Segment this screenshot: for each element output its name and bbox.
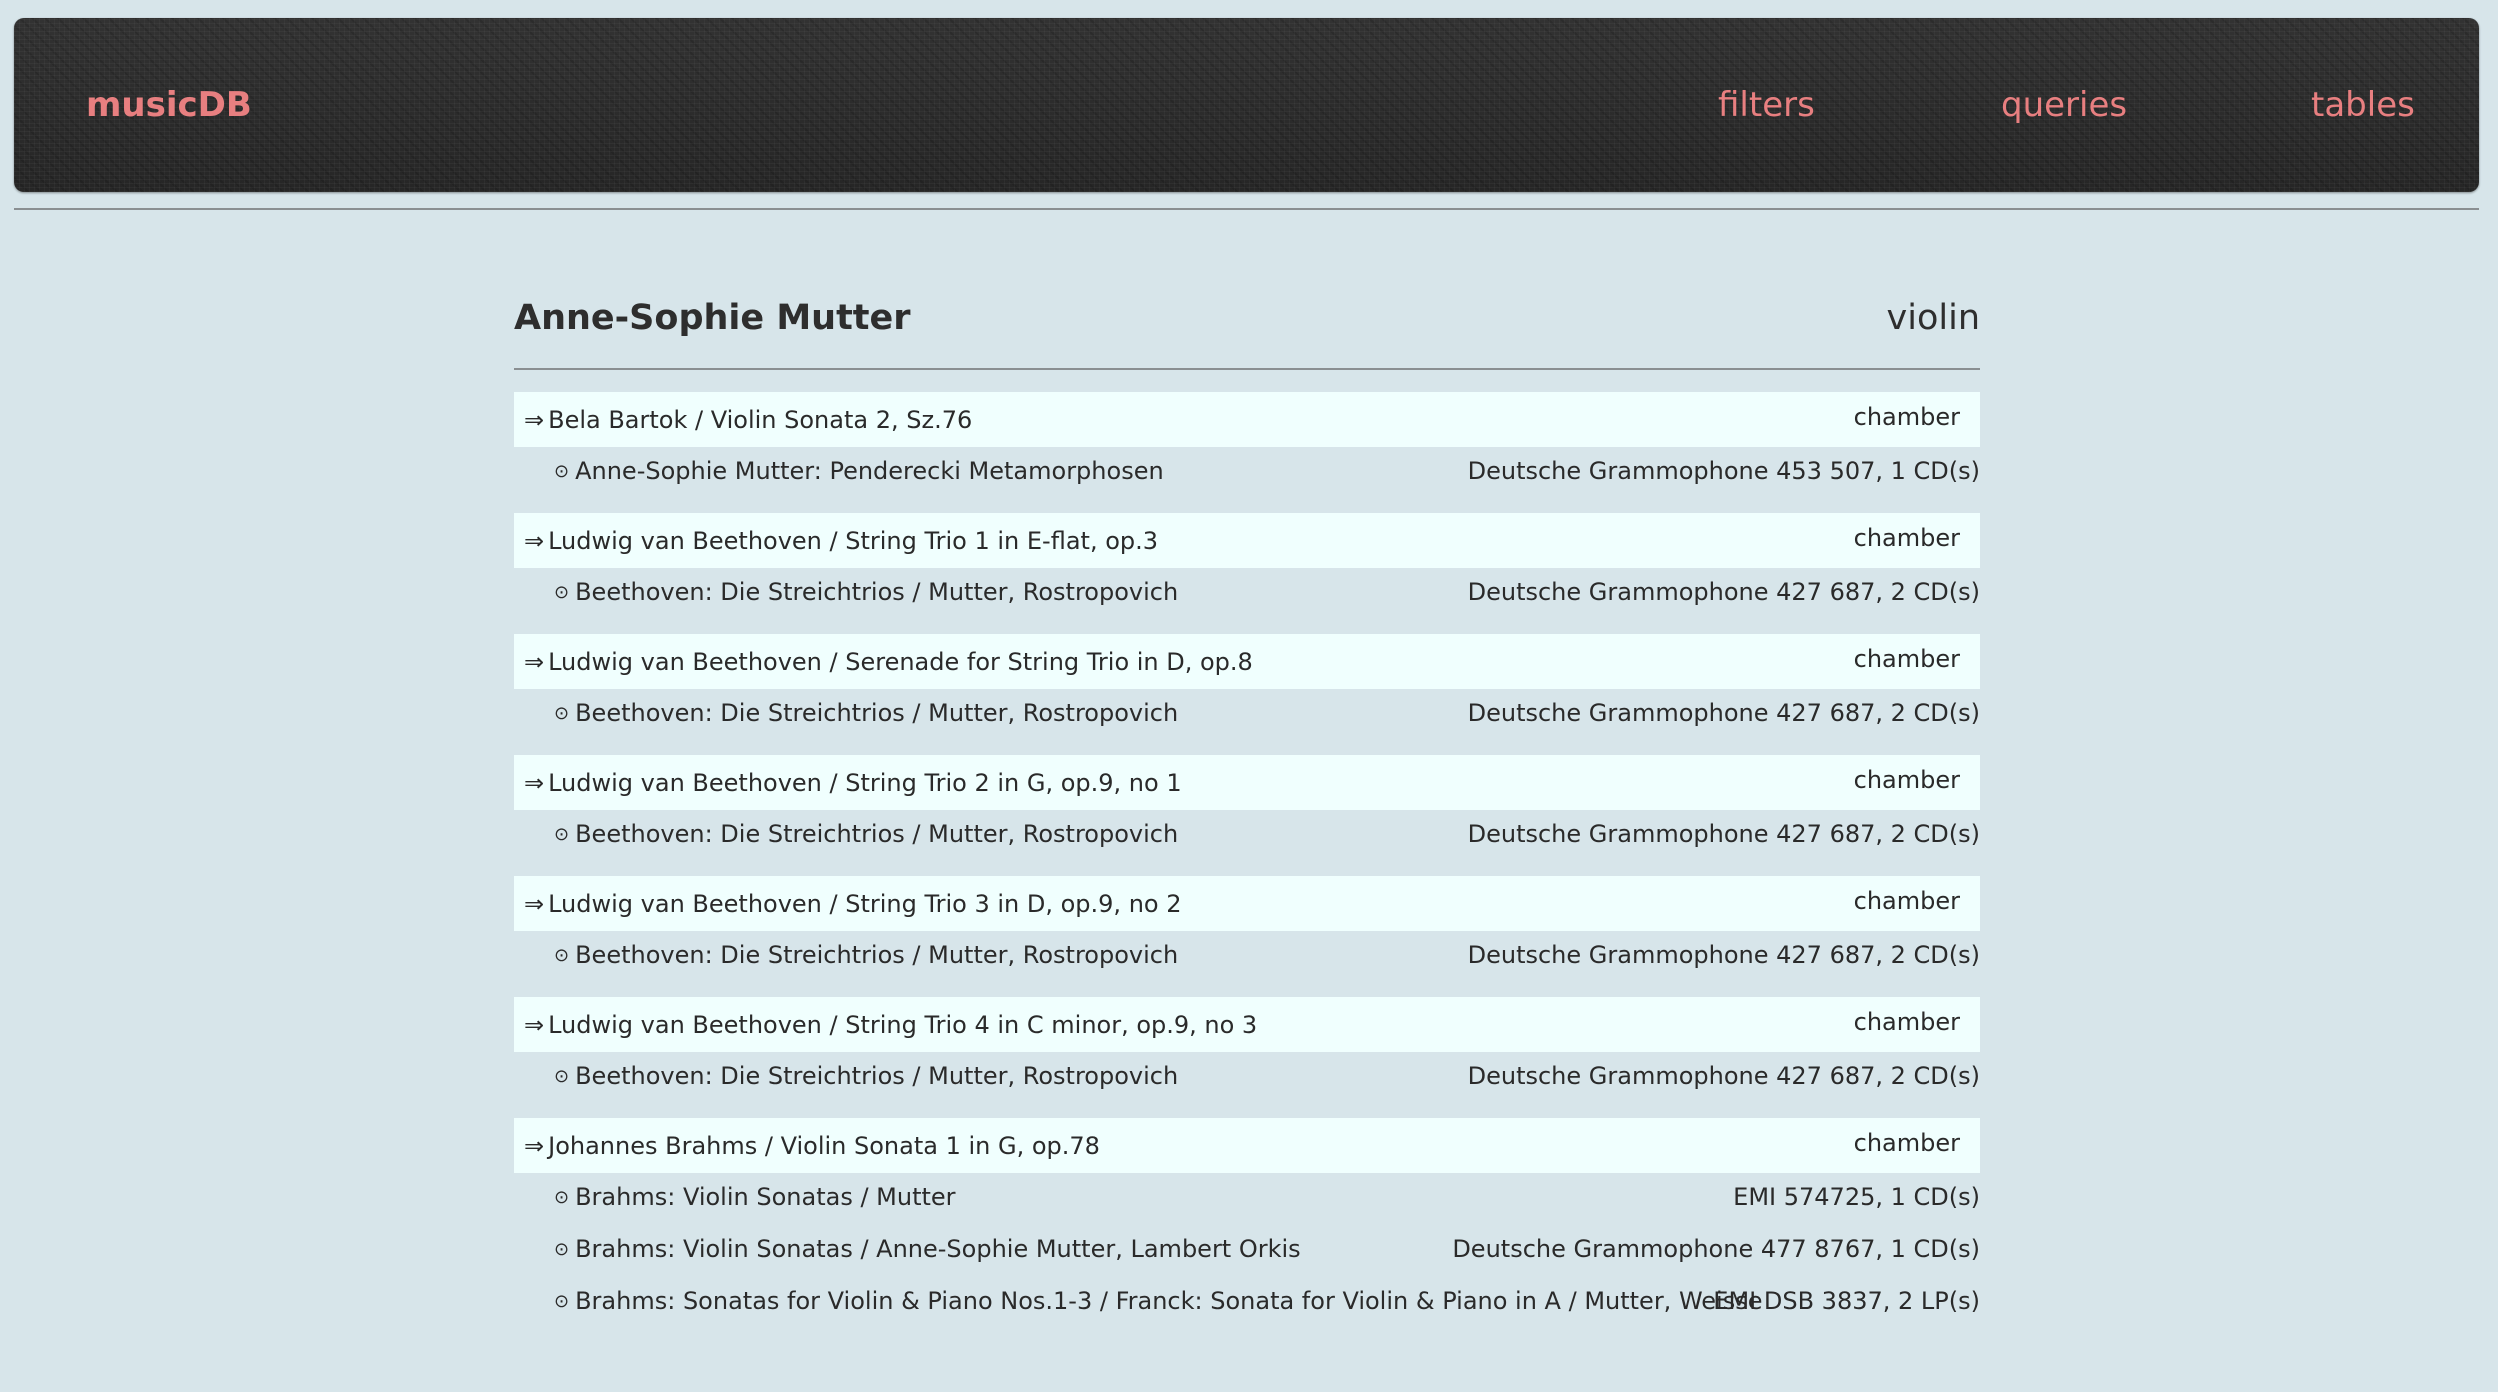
recording-title-text: Brahms: Violin Sonatas / Anne-Sophie Mut… — [575, 1235, 1301, 1263]
work-title: ⇒ Ludwig van Beethoven / String Trio 3 in… — [524, 890, 1181, 918]
recording-title: ⊙ Beethoven: Die Streichtrios / Mutter, R… — [554, 699, 1178, 727]
recording-row[interactable]: ⊙ Brahms: Violin Sonatas / Anne-Sophie Mu… — [514, 1225, 1980, 1277]
work-title-text: Bela Bartok / Violin Sonata 2, Sz.76 — [548, 406, 973, 434]
work-title-text: Ludwig van Beethoven / String Trio 1 in … — [548, 527, 1159, 555]
navbar-divider — [14, 208, 2479, 210]
circle-dot-icon: ⊙ — [554, 1187, 570, 1208]
nav-link-queries[interactable]: queries — [2001, 18, 2127, 192]
recording-title: ⊙ Brahms: Sonatas for Violin & Piano Nos.… — [554, 1287, 1762, 1315]
recording-row[interactable]: ⊙ Anne-Sophie Mutter: Penderecki Metamorp… — [514, 447, 1980, 499]
work-title-text: Ludwig van Beethoven / String Trio 2 in … — [548, 769, 1182, 797]
recording-row[interactable]: ⊙ Beethoven: Die Streichtrios / Mutter, R… — [514, 1052, 1980, 1104]
header-divider — [514, 368, 1980, 370]
circle-dot-icon: ⊙ — [554, 1239, 570, 1260]
work-title: ⇒ Johannes Brahms / Violin Sonata 1 in G,… — [524, 1132, 1100, 1160]
brand-logo-link[interactable]: musicDB — [86, 18, 252, 192]
recording-title-text: Beethoven: Die Streichtrios / Mutter, Ro… — [575, 941, 1179, 969]
circle-dot-icon: ⊙ — [554, 461, 570, 482]
work-genre: chamber — [1853, 1008, 1960, 1036]
recording-row[interactable]: ⊙ Beethoven: Die Streichtrios / Mutter, R… — [514, 810, 1980, 862]
work-group: ⇒ Ludwig van Beethoven / String Trio 2 in… — [514, 755, 1980, 862]
arrow-right-icon: ⇒ — [524, 890, 545, 918]
work-genre: chamber — [1853, 524, 1960, 552]
work-row[interactable]: ⇒ Ludwig van Beethoven / Serenade for Str… — [514, 634, 1980, 689]
work-genre: chamber — [1853, 887, 1960, 915]
recording-label: Deutsche Grammophone 427 687, 2 CD(s) — [1467, 941, 1980, 969]
recording-title-text: Brahms: Violin Sonatas / Mutter — [575, 1183, 956, 1211]
work-title-text: Ludwig van Beethoven / String Trio 4 in … — [548, 1011, 1258, 1039]
recording-row[interactable]: ⊙ Beethoven: Die Streichtrios / Mutter, R… — [514, 689, 1980, 741]
artist-detail: Anne-Sophie Mutter violin ⇒ Bela Bartok /… — [514, 290, 1980, 1343]
work-row[interactable]: ⇒ Ludwig van Beethoven / String Trio 3 in… — [514, 876, 1980, 931]
recording-title: ⊙ Beethoven: Die Streichtrios / Mutter, R… — [554, 578, 1178, 606]
recording-label: EMI 574725, 1 CD(s) — [1733, 1183, 1980, 1211]
recording-row[interactable]: ⊙ Beethoven: Die Streichtrios / Mutter, R… — [514, 568, 1980, 620]
arrow-right-icon: ⇒ — [524, 648, 545, 676]
work-genre: chamber — [1853, 645, 1960, 673]
top-navbar: musicDB filters queries tables — [14, 18, 2479, 192]
arrow-right-icon: ⇒ — [524, 406, 545, 434]
recording-title: ⊙ Beethoven: Die Streichtrios / Mutter, R… — [554, 941, 1178, 969]
work-row[interactable]: ⇒ Bela Bartok / Violin Sonata 2, Sz.76 cha… — [514, 392, 1980, 447]
recording-title: ⊙ Brahms: Violin Sonatas / Anne-Sophie Mu… — [554, 1235, 1301, 1263]
recording-title: ⊙ Brahms: Violin Sonatas / Mutter — [554, 1183, 956, 1211]
recording-title-text: Anne-Sophie Mutter: Penderecki Metamorph… — [575, 457, 1164, 485]
work-group: ⇒ Ludwig van Beethoven / String Trio 3 in… — [514, 876, 1980, 983]
recording-row[interactable]: ⊙ Brahms: Sonatas for Violin & Piano Nos.… — [514, 1277, 1980, 1329]
work-title: ⇒ Ludwig van Beethoven / String Trio 2 in… — [524, 769, 1182, 797]
nav-link-tables[interactable]: tables — [2311, 18, 2415, 192]
recording-label: Deutsche Grammophone 427 687, 2 CD(s) — [1467, 820, 1980, 848]
works-list: ⇒ Bela Bartok / Violin Sonata 2, Sz.76 cha… — [514, 392, 1980, 1329]
recording-title-text: Beethoven: Die Streichtrios / Mutter, Ro… — [575, 1062, 1179, 1090]
recording-row[interactable]: ⊙ Brahms: Violin Sonatas / Mutter EMI 5747… — [514, 1173, 1980, 1225]
work-group: ⇒ Bela Bartok / Violin Sonata 2, Sz.76 cha… — [514, 392, 1980, 499]
arrow-right-icon: ⇒ — [524, 1011, 545, 1039]
circle-dot-icon: ⊙ — [554, 703, 570, 724]
recording-title-text: Beethoven: Die Streichtrios / Mutter, Ro… — [575, 578, 1179, 606]
work-title: ⇒ Ludwig van Beethoven / Serenade for Str… — [524, 648, 1253, 676]
recording-label: Deutsche Grammophone 427 687, 2 CD(s) — [1467, 699, 1980, 727]
recording-row[interactable]: ⊙ Beethoven: Die Streichtrios / Mutter, R… — [514, 931, 1980, 983]
artist-instrument: violin — [1886, 298, 1980, 338]
work-title: ⇒ Ludwig van Beethoven / String Trio 1 in… — [524, 527, 1158, 555]
arrow-right-icon: ⇒ — [524, 769, 545, 797]
work-genre: chamber — [1853, 403, 1960, 431]
recording-title: ⊙ Anne-Sophie Mutter: Penderecki Metamorp… — [554, 457, 1164, 485]
work-title: ⇒ Ludwig van Beethoven / String Trio 4 in… — [524, 1011, 1257, 1039]
circle-dot-icon: ⊙ — [554, 582, 570, 603]
recording-title: ⊙ Beethoven: Die Streichtrios / Mutter, R… — [554, 820, 1178, 848]
work-title-text: Ludwig van Beethoven / Serenade for Stri… — [548, 648, 1253, 676]
work-title-text: Johannes Brahms / Violin Sonata 1 in G, … — [548, 1132, 1100, 1160]
circle-dot-icon: ⊙ — [554, 1291, 570, 1312]
nav-link-filters[interactable]: filters — [1718, 18, 1815, 192]
circle-dot-icon: ⊙ — [554, 945, 570, 966]
recording-title-text: Beethoven: Die Streichtrios / Mutter, Ro… — [575, 699, 1179, 727]
work-title-text: Ludwig van Beethoven / String Trio 3 in … — [548, 890, 1182, 918]
artist-header: Anne-Sophie Mutter violin — [514, 290, 1980, 368]
work-group: ⇒ Ludwig van Beethoven / String Trio 4 in… — [514, 997, 1980, 1104]
work-row[interactable]: ⇒ Ludwig van Beethoven / String Trio 1 in… — [514, 513, 1980, 568]
work-genre: chamber — [1853, 766, 1960, 794]
recording-title-text: Brahms: Sonatas for Violin & Piano Nos.1… — [575, 1287, 1763, 1315]
work-row[interactable]: ⇒ Johannes Brahms / Violin Sonata 1 in G,… — [514, 1118, 1980, 1173]
recording-label: EMI DSB 3837, 2 LP(s) — [1713, 1287, 1980, 1315]
work-row[interactable]: ⇒ Ludwig van Beethoven / String Trio 2 in… — [514, 755, 1980, 810]
recording-label: Deutsche Grammophone 427 687, 2 CD(s) — [1467, 1062, 1980, 1090]
work-row[interactable]: ⇒ Ludwig van Beethoven / String Trio 4 in… — [514, 997, 1980, 1052]
work-group: ⇒ Ludwig van Beethoven / Serenade for Str… — [514, 634, 1980, 741]
circle-dot-icon: ⊙ — [554, 1066, 570, 1087]
recording-label: Deutsche Grammophone 477 8767, 1 CD(s) — [1452, 1235, 1980, 1263]
work-group: ⇒ Johannes Brahms / Violin Sonata 1 in G,… — [514, 1118, 1980, 1329]
artist-name: Anne-Sophie Mutter — [514, 298, 911, 338]
recording-label: Deutsche Grammophone 427 687, 2 CD(s) — [1467, 578, 1980, 606]
work-genre: chamber — [1853, 1129, 1960, 1157]
recording-label: Deutsche Grammophone 453 507, 1 CD(s) — [1467, 457, 1980, 485]
recording-title: ⊙ Beethoven: Die Streichtrios / Mutter, R… — [554, 1062, 1178, 1090]
circle-dot-icon: ⊙ — [554, 824, 570, 845]
arrow-right-icon: ⇒ — [524, 527, 545, 555]
work-group: ⇒ Ludwig van Beethoven / String Trio 1 in… — [514, 513, 1980, 620]
recording-title-text: Beethoven: Die Streichtrios / Mutter, Ro… — [575, 820, 1179, 848]
arrow-right-icon: ⇒ — [524, 1132, 545, 1160]
work-title: ⇒ Bela Bartok / Violin Sonata 2, Sz.76 — [524, 406, 972, 434]
